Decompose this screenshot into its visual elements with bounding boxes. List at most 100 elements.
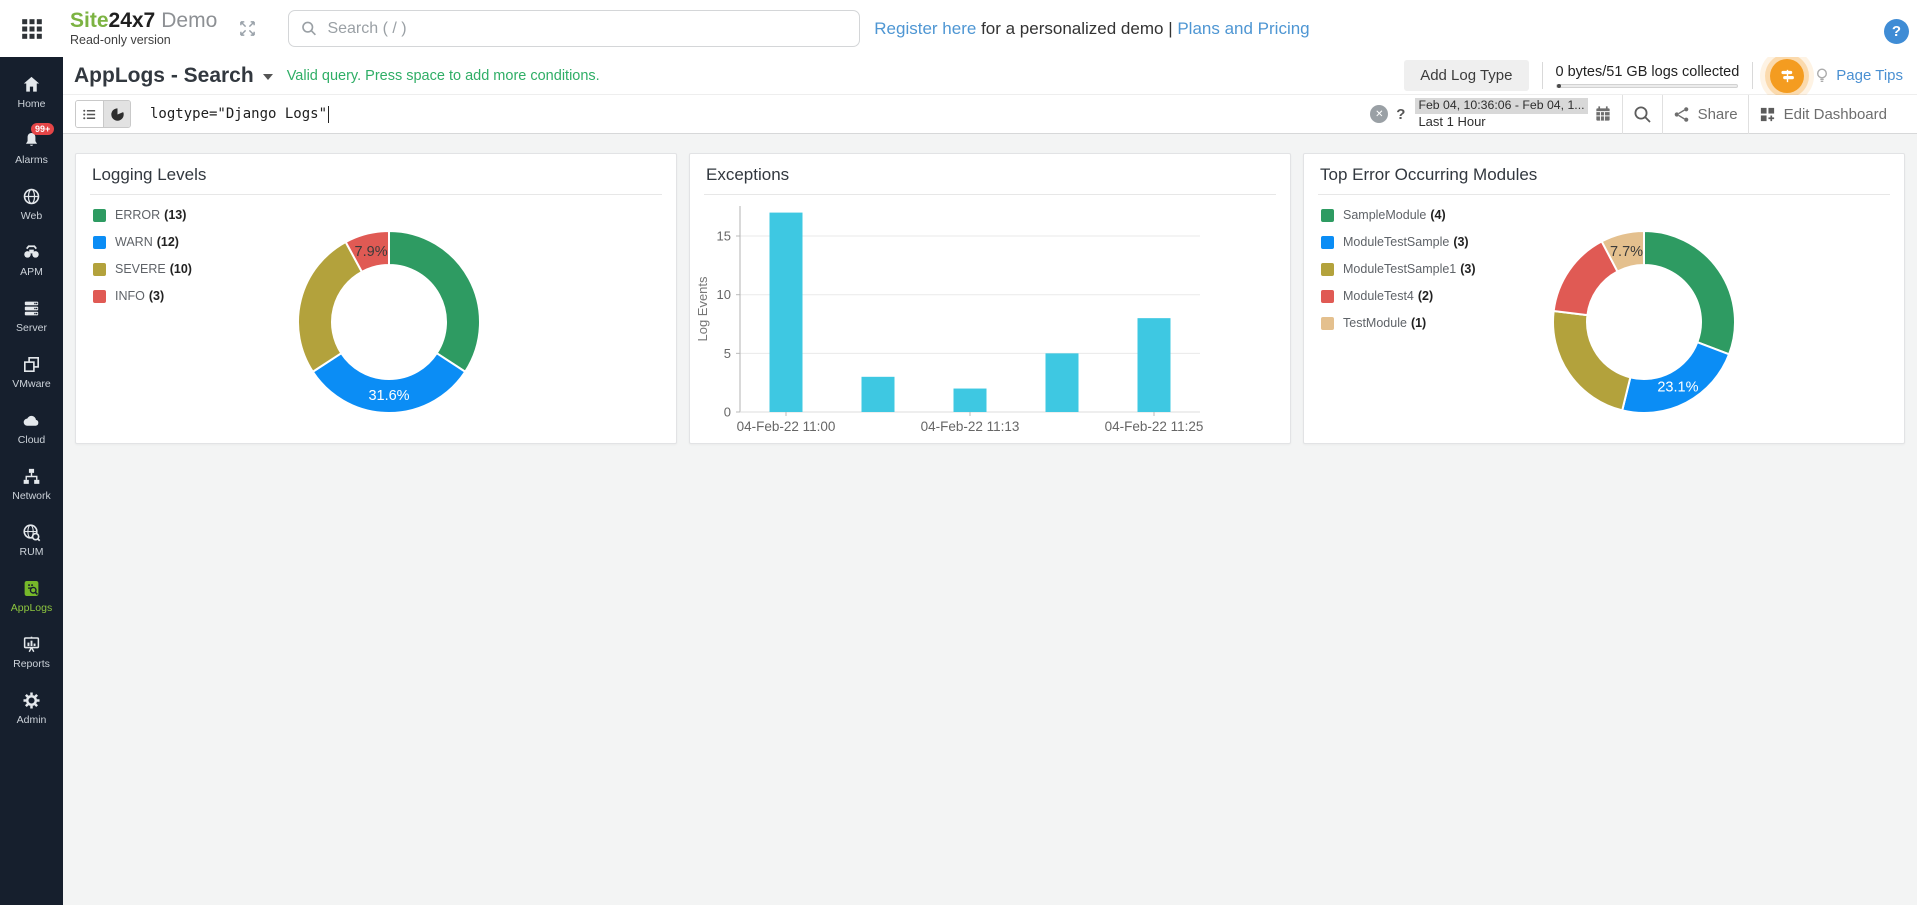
share-label: Share (1698, 106, 1738, 123)
log-usage-fill (1557, 84, 1561, 88)
legend-swatch (1321, 209, 1334, 222)
logging-levels-donut-chart[interactable]: 31.6%7.9% (289, 222, 489, 422)
svg-text:04-Feb-22 11:25: 04-Feb-22 11:25 (1105, 419, 1204, 434)
network-icon (21, 466, 42, 487)
vmware-icon (21, 354, 42, 375)
legend-count: (4) (1430, 208, 1445, 222)
sidebar-item-reports[interactable]: Reports (0, 624, 63, 680)
legend-item[interactable]: ERROR (13) (93, 208, 192, 222)
divider (1748, 95, 1749, 134)
legend-swatch (93, 290, 106, 303)
sidebar-item-cloud[interactable]: Cloud (0, 400, 63, 456)
query-text: logtype="Django Logs" (150, 106, 327, 122)
legend-swatch (1321, 263, 1334, 276)
global-search[interactable] (288, 10, 860, 47)
legend-count: (13) (164, 208, 186, 222)
page-tips-link[interactable]: Page Tips (1836, 67, 1903, 84)
legend-label: SampleModule (1343, 208, 1426, 222)
logo-text: Site24x7Demo (70, 10, 217, 32)
top-error-modules-card: Top Error Occurring Modules SampleModule… (1303, 153, 1905, 444)
legend-item[interactable]: ModuleTest4(2) (1321, 289, 1476, 303)
sidebar-nav: Home 99+ Alarms Web APM (0, 57, 63, 905)
apm-binoculars-icon (21, 242, 42, 263)
chart-legend: ERROR (13) WARN(12) SEVERE (10) INFO (3) (93, 208, 192, 316)
legend-item[interactable]: SEVERE (10) (93, 262, 192, 276)
sidebar-item-home[interactable]: Home (0, 64, 63, 120)
legend-count: (2) (1418, 289, 1433, 303)
clear-query-icon[interactable]: ✕ (1370, 105, 1388, 123)
sidebar-item-alarms[interactable]: 99+ Alarms (0, 120, 63, 176)
register-banner: Register here for a personalized demo | … (874, 19, 1309, 39)
chart-view-icon[interactable] (103, 101, 130, 127)
legend-label: SEVERE (115, 262, 166, 276)
svg-text:7.9%: 7.9% (355, 244, 388, 260)
page-title-dropdown[interactable]: AppLogs - Search (74, 64, 273, 88)
lightbulb-icon (1814, 67, 1830, 84)
help-icon[interactable]: ? (1884, 19, 1909, 44)
divider (1662, 95, 1663, 134)
legend-count: (3) (149, 289, 164, 303)
legend-label: ERROR (115, 208, 160, 222)
calendar-icon[interactable] (1594, 105, 1612, 123)
app-grid-icon[interactable] (20, 17, 44, 41)
svg-text:Log Events: Log Events (695, 276, 710, 342)
sidebar-item-web[interactable]: Web (0, 176, 63, 232)
guided-tour-icon[interactable] (1770, 59, 1804, 93)
sidebar-item-network[interactable]: Network (0, 456, 63, 512)
register-text: for a personalized demo (981, 19, 1163, 38)
site24x7-logo[interactable]: Site24x7Demo Read-only version (70, 10, 217, 47)
log-usage: 0 bytes/51 GB logs collected (1556, 64, 1740, 88)
sidebar-item-apm[interactable]: APM (0, 232, 63, 288)
legend-count: (10) (170, 262, 192, 276)
legend-item[interactable]: SampleModule (4) (1321, 208, 1476, 222)
legend-item[interactable]: TestModule (1) (1321, 316, 1476, 330)
applogs-icon (21, 578, 42, 599)
log-usage-text: 0 bytes/51 GB logs collected (1556, 64, 1740, 80)
sidebar-item-server[interactable]: Server (0, 288, 63, 344)
time-preset-value: Last 1 Hour (1415, 114, 1587, 130)
plans-pricing-link[interactable]: Plans and Pricing (1177, 19, 1309, 38)
add-log-type-button[interactable]: Add Log Type (1404, 60, 1528, 91)
sidebar-item-applogs[interactable]: AppLogs (0, 568, 63, 624)
legend-item[interactable]: ModuleTestSample1(3) (1321, 262, 1476, 276)
divider (1752, 62, 1753, 89)
legend-item[interactable]: INFO (3) (93, 289, 192, 303)
query-input[interactable]: logtype="Django Logs" (150, 106, 329, 123)
reports-icon (21, 634, 42, 655)
admin-gear-icon (21, 690, 42, 711)
legend-swatch (1321, 317, 1334, 330)
logging-levels-card: Logging Levels ERROR (13) WARN(12) SEVERE (1… (75, 153, 677, 444)
sidebar-item-admin[interactable]: Admin (0, 680, 63, 736)
time-range-picker[interactable]: Feb 04, 10:36:06 - Feb 04, 1... Last 1 H… (1415, 98, 1611, 130)
divider (1622, 95, 1623, 134)
top-error-modules-donut-chart[interactable]: 23.1%7.7% (1544, 222, 1744, 422)
fullscreen-expand-icon[interactable] (239, 20, 256, 37)
legend-label: ModuleTestSample1 (1343, 262, 1456, 276)
legend-swatch (93, 236, 106, 249)
home-icon (21, 74, 42, 95)
legend-count: (1) (1411, 316, 1426, 330)
svg-text:04-Feb-22 11:13: 04-Feb-22 11:13 (921, 419, 1020, 434)
page-title-bar: AppLogs - Search Valid query. Press spac… (63, 57, 1917, 95)
time-range-value: Feb 04, 10:36:06 - Feb 04, 1... (1415, 98, 1587, 113)
legend-item[interactable]: WARN(12) (93, 235, 192, 249)
divider (1542, 62, 1543, 89)
exceptions-card: Exceptions 05101504-Feb-22 11:0004-Feb-2… (689, 153, 1291, 444)
search-submit-icon[interactable] (1633, 105, 1652, 124)
list-view-icon[interactable] (76, 101, 103, 127)
legend-swatch (1321, 236, 1334, 249)
global-search-input[interactable] (327, 20, 847, 38)
exceptions-bar-chart[interactable]: 05101504-Feb-22 11:0004-Feb-22 11:1304-F… (690, 154, 1291, 444)
card-title: Top Error Occurring Modules (1320, 165, 1537, 184)
log-usage-bar (1556, 84, 1738, 88)
query-help-icon[interactable]: ? (1396, 106, 1405, 123)
legend-label: INFO (115, 289, 145, 303)
legend-item[interactable]: ModuleTestSample(3) (1321, 235, 1476, 249)
card-title: Logging Levels (92, 165, 206, 184)
sidebar-item-vmware[interactable]: VMware (0, 344, 63, 400)
register-here-link[interactable]: Register here (874, 19, 976, 38)
legend-label: TestModule (1343, 316, 1407, 330)
share-button[interactable]: Share (1673, 106, 1738, 123)
sidebar-item-rum[interactable]: RUM (0, 512, 63, 568)
edit-dashboard-button[interactable]: Edit Dashboard (1759, 106, 1887, 123)
